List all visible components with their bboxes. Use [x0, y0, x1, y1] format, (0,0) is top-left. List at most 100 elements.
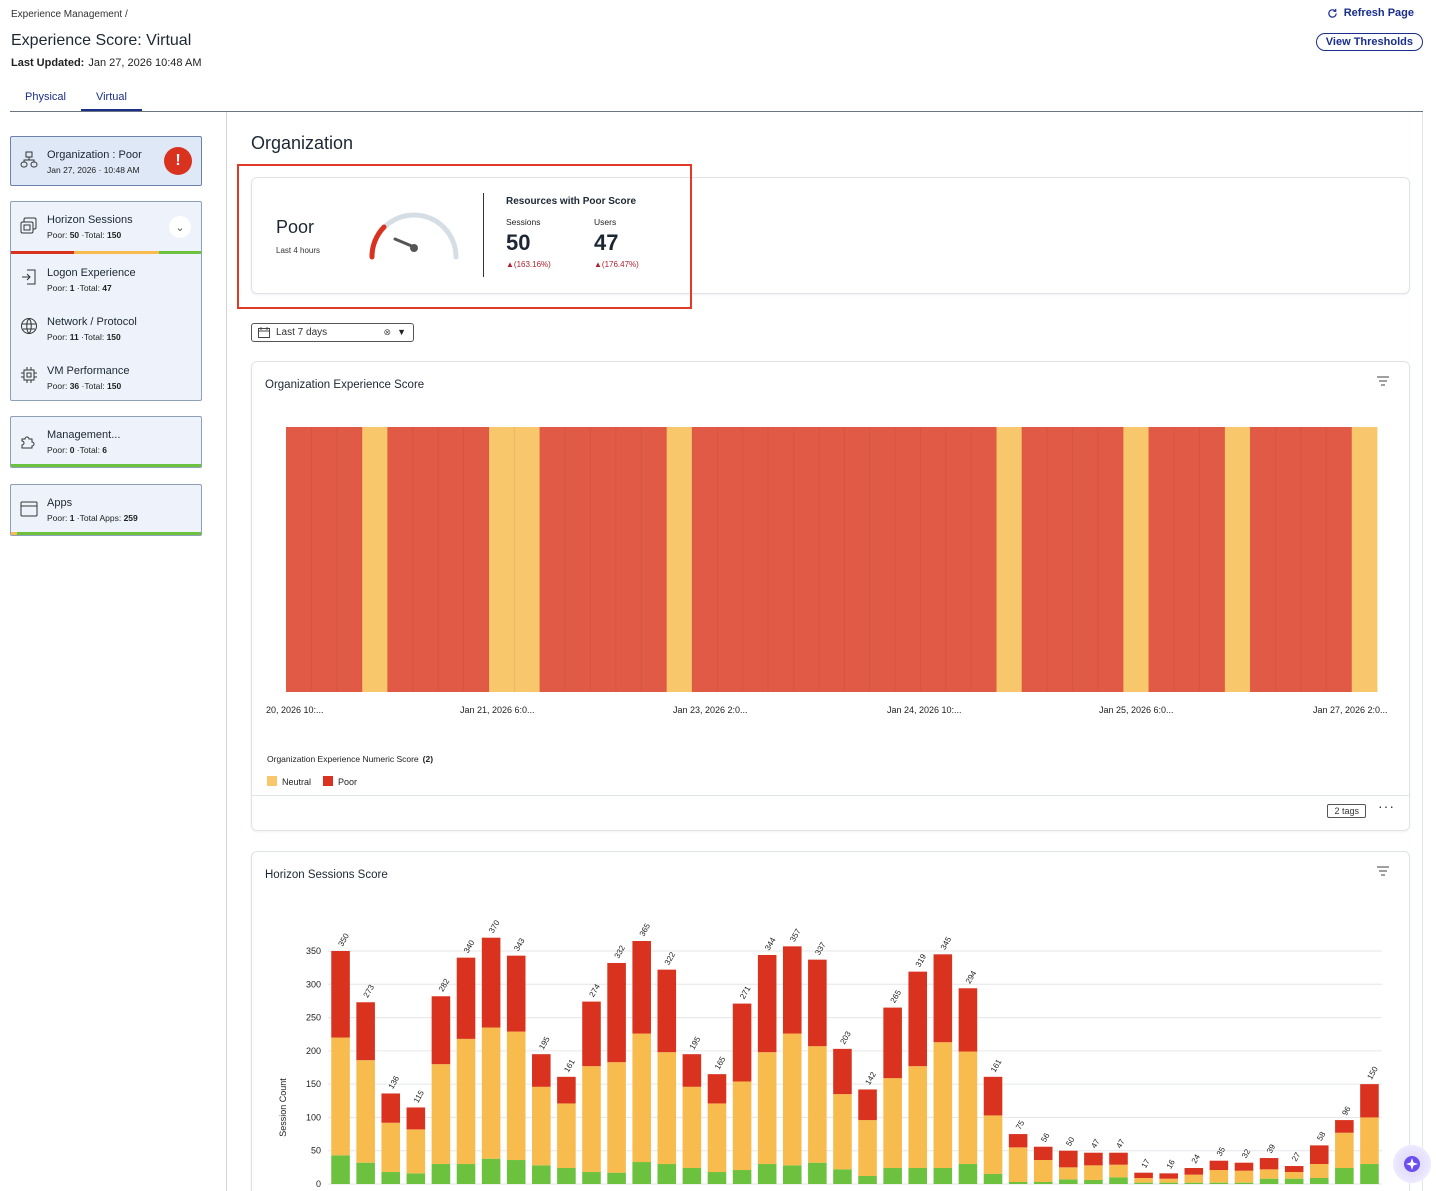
bar-segment-good[interactable]: [607, 1172, 626, 1184]
bar-segment-neutral[interactable]: [908, 1066, 928, 1169]
bar-segment-poor[interactable]: [883, 1007, 902, 1079]
bar-segment-neutral[interactable]: [381, 1122, 401, 1173]
legend-poor[interactable]: Poor: [323, 776, 357, 787]
bar-segment-poor[interactable]: [406, 1107, 426, 1130]
bar-segment-poor[interactable]: [958, 988, 978, 1052]
bar-segment-poor[interactable]: [607, 962, 626, 1063]
bar-segment-neutral[interactable]: [883, 1078, 902, 1169]
bar-segment-neutral[interactable]: [431, 1064, 451, 1165]
bar-segment-poor[interactable]: [1259, 1158, 1279, 1170]
bar-segment-poor[interactable]: [1134, 1172, 1153, 1179]
sidebar-item-management[interactable]: Management... Poor: 0 ·Total: 6: [10, 416, 202, 468]
heatmap-cell-poor[interactable]: [641, 427, 667, 692]
bar-segment-poor[interactable]: [557, 1076, 576, 1104]
bar-segment-neutral[interactable]: [1234, 1170, 1254, 1183]
bar-segment-good[interactable]: [582, 1172, 601, 1184]
sidebar-item-vm-performance[interactable]: VM Performance Poor: 36 ·Total: 150: [11, 353, 201, 401]
bar-segment-good[interactable]: [331, 1155, 350, 1184]
heatmap-cell-neutral[interactable]: [666, 427, 693, 692]
sidebar-item-apps[interactable]: Apps Poor: 1 ·Total Apps: 259: [10, 484, 202, 536]
sidebar-item-horizon-sessions[interactable]: Horizon Sessions Poor: 50 ·Total: 150 ⌄: [11, 202, 201, 254]
bar-segment-neutral[interactable]: [1209, 1170, 1229, 1183]
bar-segment-poor[interactable]: [1234, 1162, 1254, 1171]
heatmap-cell-poor[interactable]: [412, 427, 439, 692]
bar-segment-poor[interactable]: [1184, 1168, 1204, 1175]
heatmap-cell-neutral[interactable]: [362, 427, 388, 692]
bar-segment-neutral[interactable]: [707, 1103, 727, 1173]
bar-segment-neutral[interactable]: [808, 1046, 827, 1163]
bar-segment-poor[interactable]: [506, 955, 526, 1032]
bar-segment-good[interactable]: [808, 1162, 827, 1184]
filter-icon[interactable]: [1376, 864, 1390, 880]
bar-segment-neutral[interactable]: [582, 1066, 601, 1173]
bar-segment-neutral[interactable]: [933, 1042, 953, 1169]
sidebar-item-network-protocol[interactable]: Network / Protocol Poor: 11 ·Total: 150: [11, 304, 201, 352]
heatmap-cell-poor[interactable]: [1047, 427, 1073, 692]
heatmap-cell-neutral[interactable]: [1351, 427, 1378, 692]
heatmap-cell-poor[interactable]: [286, 427, 312, 692]
heatmap-cell-poor[interactable]: [971, 427, 997, 692]
breadcrumb[interactable]: Experience Management /: [11, 9, 128, 20]
bar-segment-good[interactable]: [1284, 1178, 1304, 1184]
chevron-down-icon[interactable]: ⌄: [169, 216, 191, 238]
more-options-icon[interactable]: ···: [1378, 798, 1395, 814]
bar-segment-neutral[interactable]: [657, 1052, 677, 1165]
bar-segment-poor[interactable]: [431, 996, 451, 1065]
bar-segment-good[interactable]: [1234, 1182, 1254, 1184]
bar-segment-poor[interactable]: [657, 969, 677, 1053]
bar-segment-good[interactable]: [532, 1165, 551, 1184]
heatmap-cell-poor[interactable]: [539, 427, 566, 692]
bar-segment-neutral[interactable]: [958, 1051, 978, 1165]
heatmap-cell-poor[interactable]: [438, 427, 464, 692]
bar-segment-good[interactable]: [1059, 1179, 1078, 1184]
bar-segment-neutral[interactable]: [757, 1052, 777, 1165]
bar-segment-neutral[interactable]: [557, 1103, 576, 1169]
bar-segment-poor[interactable]: [582, 1001, 601, 1067]
bar-segment-poor[interactable]: [858, 1089, 877, 1121]
bar-segment-poor[interactable]: [632, 941, 651, 1034]
heatmap-cell-poor[interactable]: [894, 427, 921, 692]
heatmap-cell-poor[interactable]: [1326, 427, 1353, 692]
heatmap-cell-poor[interactable]: [615, 427, 642, 692]
heatmap-cell-poor[interactable]: [1300, 427, 1327, 692]
legend-neutral[interactable]: Neutral: [267, 776, 311, 787]
bar-segment-good[interactable]: [858, 1176, 877, 1184]
sidebar-item-organization[interactable]: Organization : Poor Jan 27, 2026 · 10:48…: [10, 136, 202, 186]
bar-segment-good[interactable]: [406, 1173, 426, 1184]
bar-segment-neutral[interactable]: [1109, 1164, 1128, 1178]
heatmap-cell-neutral[interactable]: [488, 427, 515, 692]
bar-segment-poor[interactable]: [532, 1054, 551, 1087]
sidebar-item-logon-experience[interactable]: Logon Experience Poor: 1 ·Total: 47: [11, 255, 201, 303]
bar-segment-neutral[interactable]: [607, 1062, 626, 1173]
bar-segment-good[interactable]: [1134, 1182, 1153, 1184]
bar-segment-neutral[interactable]: [1059, 1167, 1078, 1180]
bar-segment-poor[interactable]: [356, 1002, 375, 1061]
bar-segment-neutral[interactable]: [858, 1120, 877, 1177]
heatmap-cell-poor[interactable]: [1199, 427, 1226, 692]
heatmap-cell-poor[interactable]: [844, 427, 870, 692]
refresh-page-button[interactable]: Refresh Page: [1327, 7, 1414, 19]
bar-segment-good[interactable]: [481, 1158, 501, 1184]
bar-segment-neutral[interactable]: [1134, 1178, 1153, 1183]
bar-segment-good[interactable]: [1209, 1182, 1229, 1184]
bar-segment-good[interactable]: [506, 1160, 526, 1184]
bar-segment-poor[interactable]: [1284, 1166, 1304, 1173]
bar-segment-good[interactable]: [1335, 1168, 1354, 1184]
bar-segment-poor[interactable]: [1209, 1160, 1229, 1171]
bar-segment-poor[interactable]: [782, 946, 802, 1034]
bar-segment-good[interactable]: [557, 1168, 576, 1184]
bar-segment-poor[interactable]: [1360, 1084, 1379, 1118]
bar-segment-neutral[interactable]: [331, 1037, 350, 1156]
bar-segment-good[interactable]: [983, 1174, 1003, 1184]
heatmap-cell-neutral[interactable]: [1224, 427, 1251, 692]
bar-segment-poor[interactable]: [983, 1076, 1003, 1116]
bar-segment-neutral[interactable]: [1184, 1174, 1204, 1183]
bar-segment-neutral[interactable]: [682, 1086, 702, 1169]
heatmap-cell-poor[interactable]: [1250, 427, 1276, 692]
heatmap-cell-poor[interactable]: [920, 427, 947, 692]
bar-segment-poor[interactable]: [1309, 1145, 1329, 1165]
view-thresholds-button[interactable]: View Thresholds: [1315, 33, 1423, 51]
bar-segment-neutral[interactable]: [1084, 1165, 1103, 1181]
bar-segment-good[interactable]: [958, 1164, 978, 1184]
date-range-select[interactable]: Last 7 days ⊗ ▼: [251, 323, 414, 342]
